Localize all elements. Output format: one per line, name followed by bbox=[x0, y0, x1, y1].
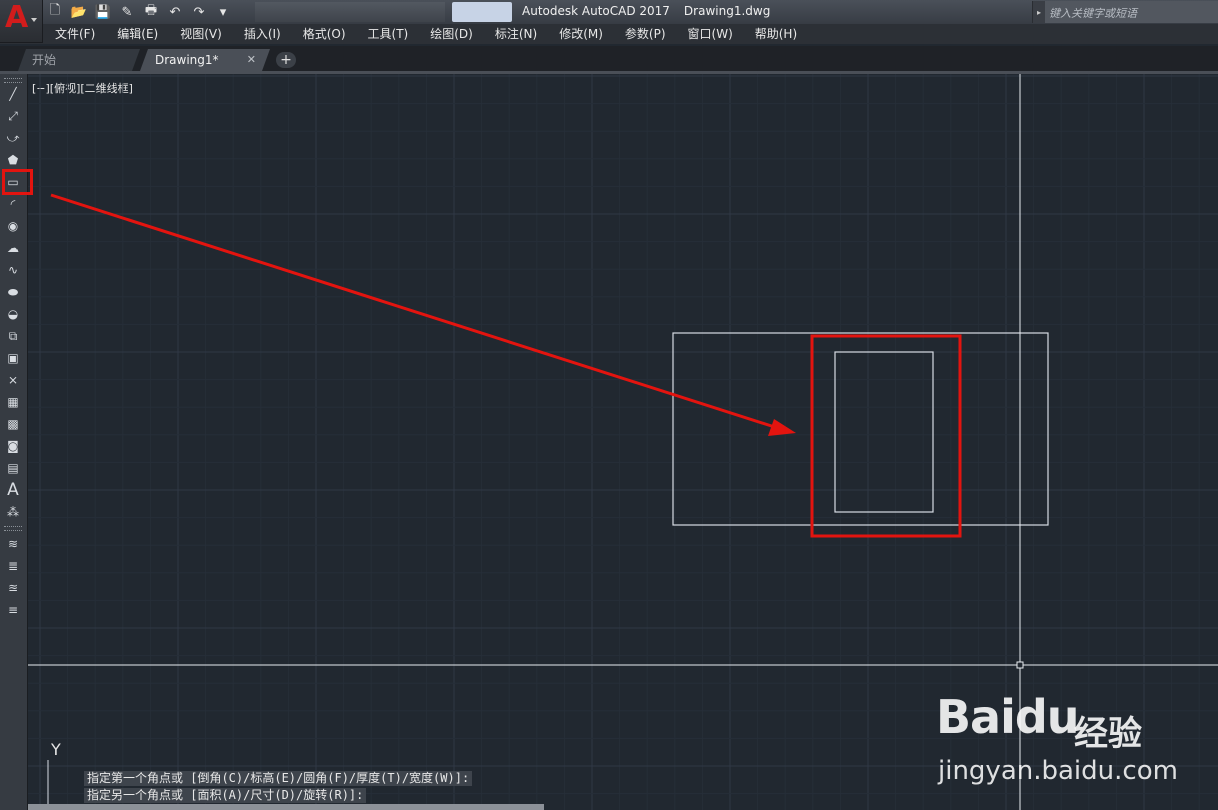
watermark-logo-cn: 经验 bbox=[1074, 714, 1142, 754]
menu-item[interactable]: 编辑(E) bbox=[117, 24, 158, 44]
watermark-logo: Baidu bbox=[936, 690, 1080, 744]
revision-cloud-icon[interactable]: ☁ bbox=[2, 238, 24, 258]
tab-drawing1[interactable]: Drawing1* ✕ bbox=[140, 49, 270, 71]
line-icon[interactable]: ╱ bbox=[2, 84, 24, 104]
save-icon[interactable]: 💾 bbox=[92, 2, 114, 22]
spline-icon[interactable]: ∿ bbox=[2, 260, 24, 280]
file-title: Drawing1.dwg bbox=[683, 4, 771, 18]
multiline-text-icon[interactable]: A bbox=[2, 480, 24, 500]
application-menu-button[interactable]: A bbox=[0, 0, 43, 43]
customize-icon[interactable]: ▾ bbox=[212, 2, 234, 22]
command-history-line: 指定另一个角点或 [面积(A)/尺寸(D)/旋转(R)]: bbox=[84, 788, 367, 803]
autocad-logo-icon: A bbox=[5, 0, 29, 35]
arc-icon[interactable]: ◜ bbox=[2, 194, 24, 214]
undo-icon[interactable]: ↶ bbox=[164, 2, 186, 22]
gradient-icon[interactable]: ▩ bbox=[2, 414, 24, 434]
circle-icon[interactable]: ◉ bbox=[2, 216, 24, 236]
new-tab-button[interactable]: + bbox=[276, 52, 296, 68]
close-icon[interactable]: ✕ bbox=[247, 49, 256, 71]
search-placeholder: 键入关键字或短语 bbox=[1049, 7, 1137, 20]
baidu-jingyan-watermark: Baidu 经验 jingyan.baidu.com bbox=[936, 680, 1218, 810]
search-expand-icon[interactable]: ▸ bbox=[1033, 1, 1045, 23]
menu-item[interactable]: 文件(F) bbox=[55, 24, 95, 44]
chevron-down-icon bbox=[31, 18, 37, 22]
layer-state-icon[interactable]: ≣ bbox=[2, 556, 24, 576]
menu-item[interactable]: 工具(T) bbox=[368, 24, 409, 44]
construction-line-icon[interactable]: ⤢ bbox=[2, 106, 24, 126]
app-title: Autodesk AutoCAD 2017 bbox=[522, 4, 670, 18]
add-selected-icon[interactable]: ⁂ bbox=[2, 502, 24, 522]
toolbar-grip[interactable] bbox=[4, 78, 22, 83]
layer-match-icon[interactable]: ≡ bbox=[2, 600, 24, 620]
window-title: Autodesk AutoCAD 2017 Drawing1.dwg bbox=[522, 4, 770, 18]
menu-item[interactable]: 窗口(W) bbox=[688, 24, 733, 44]
menu-item[interactable]: 修改(M) bbox=[559, 24, 603, 44]
region-icon[interactable]: ◙ bbox=[2, 436, 24, 456]
new-icon[interactable]: 🗋 bbox=[44, 2, 66, 22]
command-history-line: 指定第一个角点或 [倒角(C)/标高(E)/圆角(F)/厚度(T)/宽度(W)]… bbox=[84, 771, 473, 786]
command-history: 指定第一个角点或 [倒角(C)/标高(E)/圆角(F)/厚度(T)/宽度(W)]… bbox=[84, 771, 473, 805]
file-tab-bar: 开始 Drawing1* ✕ + bbox=[0, 46, 1218, 71]
ellipse-icon[interactable]: ⬬ bbox=[2, 282, 24, 302]
toolbar-grip[interactable] bbox=[4, 526, 22, 531]
open-icon[interactable]: 📂 bbox=[68, 2, 90, 22]
menu-item[interactable]: 帮助(H) bbox=[755, 24, 797, 44]
search-input[interactable]: ▸ 键入关键字或短语 bbox=[1032, 1, 1218, 23]
menu-item[interactable]: 视图(V) bbox=[180, 24, 222, 44]
title-bar: 🗋 📂 💾 ✎ 🖶 ↶ ↷ ▾ Autodesk AutoCAD 2017 Drawing1.d… bbox=[0, 0, 1218, 24]
make-block-icon[interactable]: ▣ bbox=[2, 348, 24, 368]
hatch-icon[interactable]: ▦ bbox=[2, 392, 24, 412]
table-icon[interactable]: ▤ bbox=[2, 458, 24, 478]
redo-icon[interactable]: ↷ bbox=[188, 2, 210, 22]
tab-start-label: 开始 bbox=[32, 53, 57, 67]
plot-icon[interactable]: 🖶 bbox=[140, 2, 162, 22]
taskbar-thumbnail bbox=[255, 2, 445, 22]
menu-bar: 文件(F) 编辑(E) 视图(V) 插入(I) 格式(O) 工具(T) 绘图(D) 标注(N)… bbox=[0, 24, 1218, 44]
layer-previous-icon[interactable]: ≊ bbox=[2, 578, 24, 598]
watermark-logo-bai: Bai bbox=[936, 690, 1016, 744]
annotation-tool-highlight bbox=[2, 169, 33, 195]
viewport-controls[interactable]: [−][俯视][二维线框] bbox=[32, 80, 133, 96]
layer-properties-icon[interactable]: ≋ bbox=[2, 534, 24, 554]
watermark-url: jingyan.baidu.com bbox=[938, 756, 1178, 786]
watermark-logo-du: du bbox=[1014, 690, 1080, 744]
taskbar-thumbnail bbox=[452, 2, 512, 22]
menu-item[interactable]: 参数(P) bbox=[625, 24, 666, 44]
insert-block-icon[interactable]: ⧉ bbox=[2, 326, 24, 346]
menu-item[interactable]: 绘图(D) bbox=[430, 24, 473, 44]
ellipse-arc-icon[interactable]: ◒ bbox=[2, 304, 24, 324]
point-icon[interactable]: ⨯ bbox=[2, 370, 24, 390]
polyline-icon[interactable]: ⤻ bbox=[2, 128, 24, 148]
menu-item[interactable]: 格式(O) bbox=[303, 24, 346, 44]
polygon-icon[interactable]: ⬟ bbox=[2, 150, 24, 170]
menu-item[interactable]: 插入(I) bbox=[244, 24, 281, 44]
tab-start[interactable]: 开始 bbox=[18, 49, 140, 71]
ucs-y-label: Y bbox=[51, 740, 61, 759]
tab-drawing1-label: Drawing1* bbox=[155, 53, 219, 67]
quick-access-toolbar: 🗋 📂 💾 ✎ 🖶 ↶ ↷ ▾ bbox=[44, 0, 234, 24]
menu-item[interactable]: 标注(N) bbox=[495, 24, 537, 44]
save-as-icon[interactable]: ✎ bbox=[116, 2, 138, 22]
command-line-input[interactable] bbox=[28, 804, 544, 810]
